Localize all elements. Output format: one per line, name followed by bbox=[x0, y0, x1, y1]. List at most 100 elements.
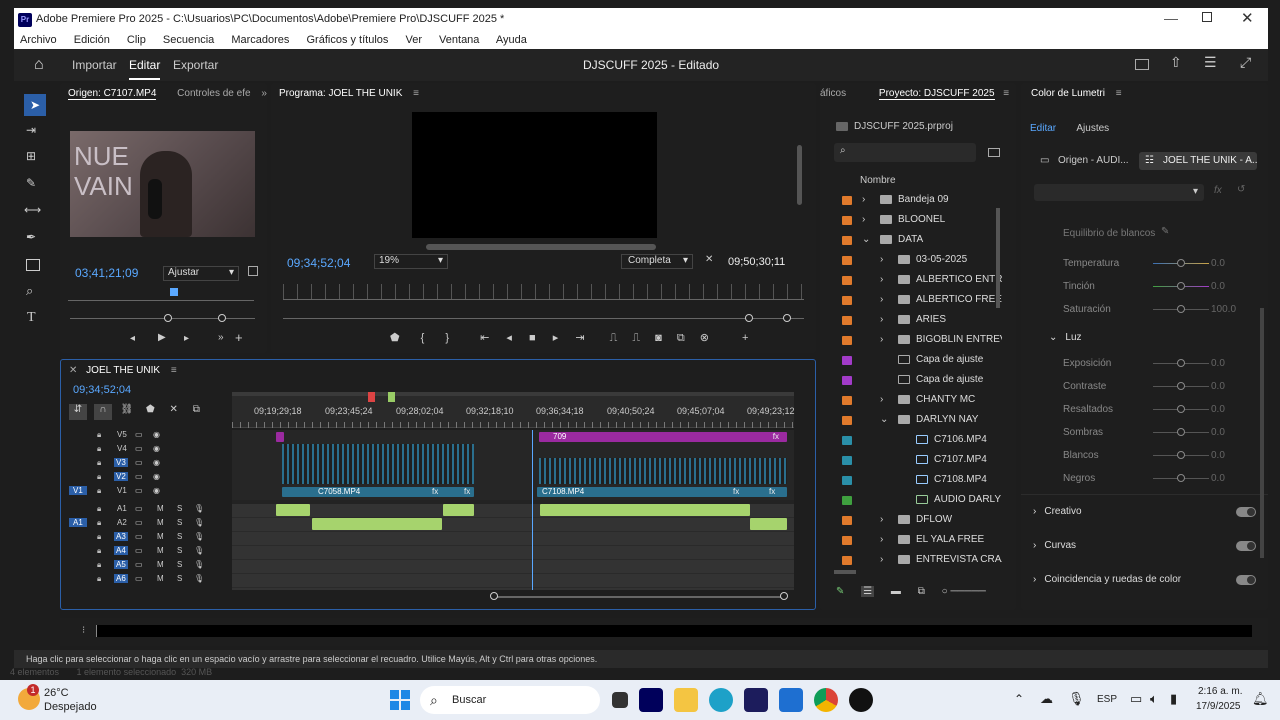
menu-marcadores[interactable]: Marcadores bbox=[231, 34, 289, 46]
maximize-icon[interactable] bbox=[1202, 12, 1212, 22]
list-view-icon[interactable]: ☰ bbox=[861, 586, 875, 597]
sync-icon[interactable]: ▭ bbox=[135, 574, 143, 583]
edge-icon[interactable] bbox=[709, 688, 734, 712]
slip-icon[interactable]: ⟷ bbox=[24, 203, 41, 217]
audio-clip-a1-1[interactable] bbox=[276, 504, 310, 516]
menu-icon[interactable]: ≡ bbox=[1003, 88, 1009, 99]
track-select-icon[interactable]: ⇥ bbox=[26, 123, 36, 137]
linked-selection-icon[interactable]: ⛓ bbox=[121, 404, 134, 415]
lock-icon[interactable]: 🔒︎ bbox=[97, 532, 101, 542]
camera-icon[interactable]: ◙ bbox=[655, 332, 662, 344]
mic-icon[interactable]: 🎙︎ bbox=[194, 518, 204, 527]
chevron-right-icon[interactable]: › bbox=[880, 390, 883, 410]
clip-c7058[interactable]: C7058.MP4 fx fx bbox=[282, 487, 474, 497]
add-marker-icon[interactable]: ⬟ bbox=[146, 404, 155, 415]
section-coincidencia[interactable]: › Coincidencia y ruedas de color bbox=[1021, 563, 1268, 597]
project-item[interactable]: C7108.MP4 bbox=[834, 470, 1002, 490]
slider-knob[interactable] bbox=[1177, 305, 1185, 313]
more-tabs-icon[interactable]: » bbox=[261, 88, 267, 99]
lift-icon[interactable]: ⎍ bbox=[610, 332, 618, 344]
tab-graficos[interactable]: áficos bbox=[820, 88, 846, 99]
chevron-right-icon[interactable]: › bbox=[880, 290, 883, 310]
project-item[interactable]: › 03-05-2025 bbox=[834, 250, 1002, 270]
slider-knob[interactable] bbox=[1177, 282, 1185, 290]
program-zoom-right[interactable] bbox=[783, 314, 791, 322]
eye-icon[interactable]: ◉ bbox=[153, 444, 160, 453]
go-to-out-icon[interactable]: ⇥ bbox=[575, 332, 584, 344]
audio-clip-a1-3[interactable] bbox=[540, 504, 750, 516]
sync-icon[interactable]: ▭ bbox=[135, 444, 143, 453]
menu-graficos[interactable]: Gráficos y títulos bbox=[306, 34, 388, 46]
slider-value[interactable]: 0.0 bbox=[1211, 252, 1225, 275]
audio-clip-a2-1[interactable] bbox=[312, 518, 442, 530]
slider-value[interactable]: 0.0 bbox=[1211, 421, 1225, 444]
clips-v4-v2-right[interactable] bbox=[539, 458, 787, 484]
source-patch-v1[interactable]: V1 bbox=[69, 486, 87, 495]
lumetri-scrollbar[interactable] bbox=[1260, 308, 1264, 558]
project-item[interactable]: C7106.MP4 bbox=[834, 430, 1002, 450]
fullscreen-icon[interactable]: ⤢ bbox=[1240, 54, 1251, 71]
settings-icon[interactable] bbox=[248, 266, 258, 276]
solo-button[interactable]: S bbox=[177, 532, 182, 541]
track-name[interactable]: V3 bbox=[114, 458, 128, 467]
chevron-down-icon[interactable]: ⌄ bbox=[862, 230, 870, 250]
program-zoom-bar[interactable] bbox=[283, 318, 804, 319]
step-forward-icon[interactable]: ▸ bbox=[184, 333, 189, 344]
temperature-slider[interactable]: Temperatura 0.0 bbox=[1021, 252, 1268, 275]
marker-icon[interactable]: ⬟ bbox=[390, 332, 400, 344]
sync-icon[interactable]: ▭ bbox=[135, 486, 143, 495]
slider-knob[interactable] bbox=[1177, 259, 1185, 267]
mark-out-icon[interactable]: } bbox=[445, 332, 449, 344]
audio-clip-a1-2[interactable] bbox=[443, 504, 474, 516]
clip-v5-left[interactable] bbox=[276, 432, 284, 442]
label-color-swatch[interactable] bbox=[842, 236, 852, 245]
label-color-swatch[interactable] bbox=[842, 556, 852, 565]
slider-value[interactable]: 0.0 bbox=[1211, 375, 1225, 398]
panels-icon[interactable]: ☰ bbox=[1204, 54, 1217, 71]
sync-icon[interactable]: ▭ bbox=[135, 430, 143, 439]
project-item[interactable]: › BIGOBLIN ENTREV bbox=[834, 330, 1002, 350]
project-hscroll[interactable] bbox=[834, 570, 856, 574]
section-creativo[interactable]: › Creativo bbox=[1021, 495, 1268, 529]
mic-tray-icon[interactable]: 🎙︎ bbox=[1068, 691, 1085, 707]
cloud-icon[interactable]: ☁ bbox=[1040, 691, 1053, 707]
mark-in-icon[interactable]: { bbox=[421, 332, 425, 344]
label-color-swatch[interactable] bbox=[842, 436, 852, 445]
extract-icon[interactable]: ⎍ bbox=[632, 332, 640, 344]
step-forward-icon[interactable]: ▸ bbox=[553, 332, 559, 344]
label-color-swatch[interactable] bbox=[842, 336, 852, 345]
add-button-icon[interactable]: + bbox=[235, 330, 243, 345]
reset-icon[interactable]: ↺ bbox=[1237, 184, 1245, 195]
timeline-ruler[interactable]: 09;19;29;18 09;23;45;24 09;28;02;04 09;3… bbox=[232, 392, 795, 428]
step-back-icon[interactable]: ◂ bbox=[506, 332, 512, 344]
lock-icon[interactable]: 🔒︎ bbox=[97, 546, 101, 556]
share-icon[interactable]: ⇧ bbox=[1170, 54, 1182, 71]
mic-icon[interactable]: 🎙︎ bbox=[194, 532, 204, 541]
exposure-slider[interactable]: Exposición 0.0 bbox=[1021, 352, 1268, 375]
mute-button[interactable]: M bbox=[157, 518, 164, 527]
chevron-right-icon[interactable]: › bbox=[880, 510, 883, 530]
project-item[interactable]: › ARIES bbox=[834, 310, 1002, 330]
battery-icon[interactable]: ▮ bbox=[1170, 691, 1177, 707]
snap-icon[interactable]: ∩ bbox=[93, 404, 112, 420]
volume-icon[interactable]: 🔈︎ bbox=[1150, 691, 1158, 707]
sync-icon[interactable]: ▭ bbox=[135, 560, 143, 569]
lock-icon[interactable]: 🔒︎ bbox=[97, 458, 101, 468]
lock-icon[interactable]: 🔒︎ bbox=[97, 444, 101, 454]
mute-button[interactable]: M bbox=[157, 546, 164, 555]
stop-icon[interactable]: ■ bbox=[529, 332, 536, 344]
solo-button[interactable]: S bbox=[177, 574, 182, 583]
source-patch-a1[interactable]: A1 bbox=[69, 518, 87, 527]
project-scrollbar[interactable] bbox=[996, 208, 1000, 308]
project-item[interactable]: › EL YALA FREE bbox=[834, 530, 1002, 550]
label-color-swatch[interactable] bbox=[842, 476, 852, 485]
project-item[interactable]: › BLOONEL bbox=[834, 210, 1002, 230]
section-toggle[interactable] bbox=[1236, 541, 1256, 551]
go-to-in-icon[interactable]: ⇤ bbox=[480, 332, 489, 344]
project-item[interactable]: AUDIO DARLY bbox=[834, 490, 1002, 510]
tab-importar[interactable]: Importar bbox=[72, 58, 117, 72]
label-color-swatch[interactable] bbox=[842, 216, 852, 225]
menu-secuencia[interactable]: Secuencia bbox=[163, 34, 214, 46]
label-color-swatch[interactable] bbox=[842, 456, 852, 465]
slider-knob[interactable] bbox=[1177, 382, 1185, 390]
